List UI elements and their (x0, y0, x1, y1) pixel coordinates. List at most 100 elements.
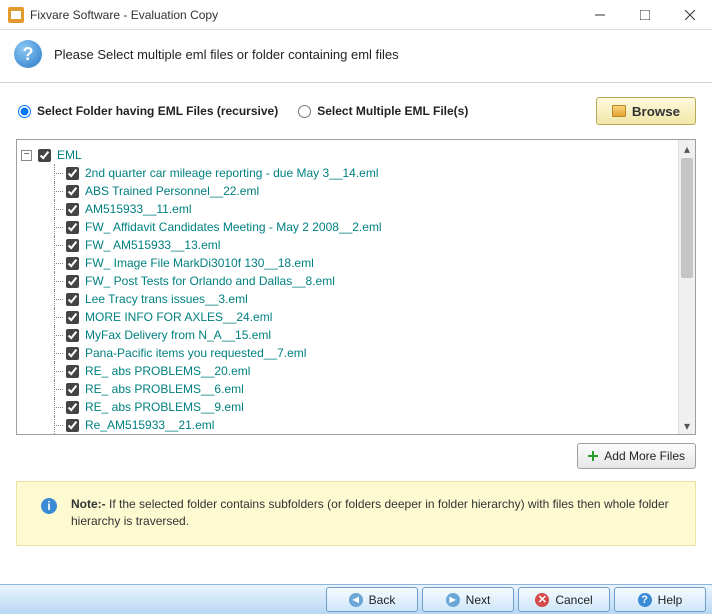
next-button[interactable]: ► Next (422, 587, 514, 612)
back-icon: ◄ (349, 593, 363, 607)
tree-file-checkbox[interactable] (66, 257, 79, 270)
tree-file-checkbox[interactable] (66, 401, 79, 414)
back-button[interactable]: ◄ Back (326, 587, 418, 612)
scroll-up-icon[interactable]: ▴ (679, 140, 695, 157)
file-tree[interactable]: − EML 2nd quarter car mileage reporting … (17, 140, 678, 434)
tree-file-label: RE_ abs PROBLEMS__9.eml (85, 400, 244, 414)
add-more-files-button[interactable]: Add More Files (577, 443, 696, 469)
tree-file-checkbox[interactable] (66, 311, 79, 324)
minimize-button[interactable] (577, 0, 622, 30)
tree-file-checkbox[interactable] (66, 329, 79, 342)
app-icon (8, 7, 24, 23)
tree-file-label: RE_ abs PROBLEMS__20.eml (85, 364, 250, 378)
tree-file-checkbox[interactable] (66, 293, 79, 306)
cancel-button[interactable]: ✕ Cancel (518, 587, 610, 612)
tree-file-row[interactable]: 2nd quarter car mileage reporting - due … (49, 164, 674, 182)
tree-connector (49, 344, 60, 362)
tree-file-row[interactable]: FW_ Image File MarkDi3010f 130__18.eml (49, 254, 674, 272)
tree-root-checkbox[interactable] (38, 149, 51, 162)
cancel-icon: ✕ (535, 593, 549, 607)
tree-file-label: RE_ abs PROBLEMS__6.eml (85, 382, 244, 396)
tree-file-label: Re_AM515933__21.eml (85, 418, 214, 432)
tree-file-label: AM515933__11.eml (85, 202, 192, 216)
tree-file-row[interactable]: MORE INFO FOR AXLES__24.eml (49, 308, 674, 326)
window-title: Fixvare Software - Evaluation Copy (30, 8, 577, 22)
next-icon: ► (446, 593, 460, 607)
tree-connector (49, 218, 60, 236)
tree-file-row[interactable]: RE_ abs PROBLEMS__6.eml (49, 380, 674, 398)
options-row: Select Folder having EML Files (recursiv… (0, 83, 712, 135)
tree-file-checkbox[interactable] (66, 383, 79, 396)
collapse-icon[interactable]: − (21, 150, 32, 161)
tree-file-label: FW_ Post Tests for Orlando and Dallas__8… (85, 274, 335, 288)
tree-file-checkbox[interactable] (66, 239, 79, 252)
folder-icon (612, 105, 626, 117)
tree-file-row[interactable]: RE_ abs PROBLEMS__20.eml (49, 362, 674, 380)
tree-file-label: Pana-Pacific items you requested__7.eml (85, 346, 306, 360)
cancel-button-label: Cancel (555, 593, 592, 607)
tree-file-row[interactable]: FW_ Affidavit Candidates Meeting - May 2… (49, 218, 674, 236)
instruction-bar: ? Please Select multiple eml files or fo… (0, 30, 712, 83)
tree-file-row[interactable]: AM515933__11.eml (49, 200, 674, 218)
tree-file-row[interactable]: Lee Tracy trans issues__3.eml (49, 290, 674, 308)
vertical-scrollbar[interactable]: ▴ ▾ (678, 140, 695, 434)
tree-file-checkbox[interactable] (66, 221, 79, 234)
tree-connector (49, 416, 60, 434)
radio-select-folder-label: Select Folder having EML Files (recursiv… (37, 104, 278, 118)
note-panel: i Note:- If the selected folder contains… (16, 481, 696, 546)
note-body: If the selected folder contains subfolde… (71, 497, 669, 528)
help-icon: ? (638, 593, 652, 607)
info-icon: i (41, 498, 57, 514)
radio-select-folder-input[interactable] (18, 105, 31, 118)
tree-file-checkbox[interactable] (66, 275, 79, 288)
tree-file-checkbox[interactable] (66, 185, 79, 198)
tree-file-checkbox[interactable] (66, 347, 79, 360)
tree-file-row[interactable]: Re_AM515933__21.eml (49, 416, 674, 434)
help-button-label: Help (658, 593, 683, 607)
tree-file-checkbox[interactable] (66, 365, 79, 378)
tree-file-checkbox[interactable] (66, 167, 79, 180)
radio-select-files-input[interactable] (298, 105, 311, 118)
scroll-down-icon[interactable]: ▾ (679, 417, 695, 434)
titlebar: Fixvare Software - Evaluation Copy (0, 0, 712, 30)
tree-file-label: FW_ Affidavit Candidates Meeting - May 2… (85, 220, 382, 234)
radio-select-files-label: Select Multiple EML File(s) (317, 104, 468, 118)
tree-connector (49, 308, 60, 326)
tree-connector (49, 272, 60, 290)
radio-select-folder[interactable]: Select Folder having EML Files (recursiv… (18, 104, 278, 118)
tree-root-label: EML (57, 148, 82, 162)
tree-file-label: FW_ AM515933__13.eml (85, 238, 220, 252)
tree-connector (49, 200, 60, 218)
tree-file-row[interactable]: RE_ abs PROBLEMS__9.eml (49, 398, 674, 416)
tree-file-row[interactable]: MyFax Delivery from N_A__15.eml (49, 326, 674, 344)
note-text: Note:- If the selected folder contains s… (71, 496, 681, 531)
browse-button[interactable]: Browse (596, 97, 696, 125)
tree-file-label: FW_ Image File MarkDi3010f 130__18.eml (85, 256, 314, 270)
tree-connector (49, 182, 60, 200)
footer-bar: ◄ Back ► Next ✕ Cancel ? Help (0, 584, 712, 614)
close-button[interactable] (667, 0, 712, 30)
radio-select-files[interactable]: Select Multiple EML File(s) (298, 104, 468, 118)
tree-file-label: 2nd quarter car mileage reporting - due … (85, 166, 379, 180)
tree-file-checkbox[interactable] (66, 203, 79, 216)
note-prefix: Note:- (71, 497, 106, 511)
add-files-row: Add More Files (0, 435, 712, 469)
tree-file-row[interactable]: ABS Trained Personnel__22.eml (49, 182, 674, 200)
scrollbar-thumb[interactable] (681, 158, 693, 278)
tree-connector (49, 398, 60, 416)
tree-connector (49, 236, 60, 254)
tree-file-label: ABS Trained Personnel__22.eml (85, 184, 259, 198)
tree-file-row[interactable]: Pana-Pacific items you requested__7.eml (49, 344, 674, 362)
tree-file-checkbox[interactable] (66, 419, 79, 432)
instruction-text: Please Select multiple eml files or fold… (54, 47, 399, 62)
tree-connector (49, 164, 60, 182)
tree-file-label: MORE INFO FOR AXLES__24.eml (85, 310, 272, 324)
tree-file-row[interactable]: FW_ AM515933__13.eml (49, 236, 674, 254)
tree-connector (49, 380, 60, 398)
maximize-button[interactable] (622, 0, 667, 30)
tree-connector (49, 254, 60, 272)
tree-file-row[interactable]: FW_ Post Tests for Orlando and Dallas__8… (49, 272, 674, 290)
tree-file-label: MyFax Delivery from N_A__15.eml (85, 328, 271, 342)
tree-root-row[interactable]: − EML (21, 146, 674, 164)
help-button[interactable]: ? Help (614, 587, 706, 612)
